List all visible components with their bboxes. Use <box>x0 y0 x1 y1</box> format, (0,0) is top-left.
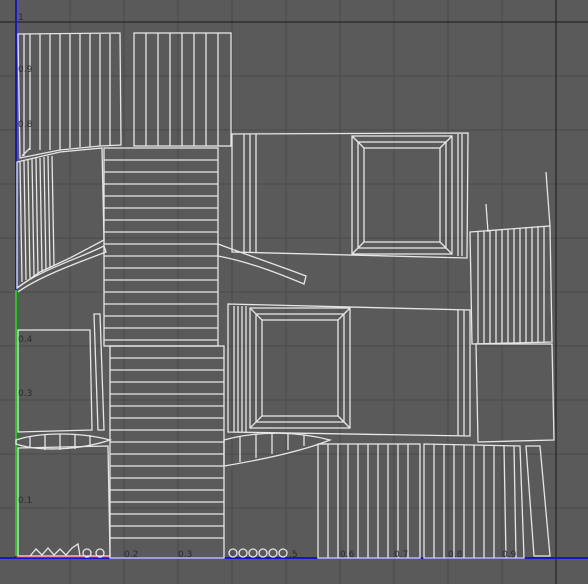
v-label-0-4: 0.4 <box>18 335 33 345</box>
uv-island-wing-right <box>217 243 307 285</box>
uv-island-top-left <box>17 32 122 159</box>
uv-editor-viewport[interactable]: 1 0.9 0.8 0.4 0.3 0.1 0.2 0.3 .5 0.6 0.7… <box>0 0 588 584</box>
v-label-0-3: 0.3 <box>18 389 32 399</box>
uv-island-bottom-right <box>423 443 551 559</box>
uv-islands[interactable] <box>15 32 555 559</box>
uv-island-bottom-middle <box>317 443 421 559</box>
uv-island-center-strip-top <box>103 147 219 347</box>
u-label-0-5: .5 <box>289 550 298 560</box>
axis-labels: 1 0.9 0.8 0.4 0.3 0.1 0.2 0.3 .5 0.6 0.7… <box>18 13 517 560</box>
v-label-0-8: 0.8 <box>18 120 33 130</box>
v-label-0-1: 0.1 <box>18 496 32 506</box>
uv-island-center-strip-bottom <box>109 345 225 559</box>
v-label-0-9: 0.9 <box>18 65 33 75</box>
u-label-0-8: 0.8 <box>448 550 463 560</box>
uv-island-right-tall <box>469 171 553 345</box>
uv-island-upper-right <box>231 132 469 259</box>
uv-canvas[interactable]: 1 0.9 0.8 0.4 0.3 0.1 0.2 0.3 .5 0.6 0.7… <box>0 0 588 584</box>
u-label-0-7: 0.7 <box>394 550 408 560</box>
u-label-0-2: 0.2 <box>124 550 138 560</box>
uv-island-middle <box>227 303 471 437</box>
uv-island-top-center <box>133 32 232 147</box>
u-label-0-3: 0.3 <box>178 550 192 560</box>
uv-island-circles <box>29 542 288 558</box>
v-label-1: 1 <box>18 13 24 23</box>
u-label-0-6: 0.6 <box>340 550 355 560</box>
uv-island-right-middle <box>475 343 555 443</box>
grid <box>0 0 588 584</box>
uv-island-right-band <box>223 432 333 467</box>
uv-island-left-lower <box>17 313 105 433</box>
uv-island-left-middle <box>16 147 107 293</box>
u-label-0-9: 0.9 <box>502 550 517 560</box>
